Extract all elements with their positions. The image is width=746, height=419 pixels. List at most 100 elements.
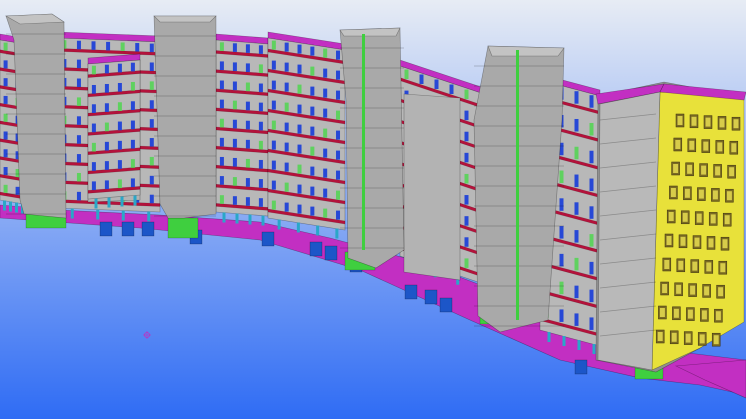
window [130, 62, 135, 72]
window [3, 184, 8, 193]
window [336, 90, 341, 100]
window [3, 149, 8, 158]
column [121, 210, 125, 221]
window [117, 63, 122, 73]
window [130, 120, 135, 130]
window [310, 46, 315, 56]
window [323, 108, 328, 118]
foundation-block [404, 284, 418, 300]
window [589, 122, 594, 136]
window-pane [715, 311, 721, 321]
window [297, 164, 302, 174]
stair-tower-2[interactable] [153, 15, 217, 219]
window [336, 130, 341, 140]
window [284, 202, 289, 212]
window [130, 178, 135, 188]
window [574, 313, 579, 326]
window-pane [729, 167, 735, 177]
window [464, 152, 469, 163]
window [232, 62, 237, 72]
column [9, 201, 12, 212]
window-pane [733, 119, 739, 129]
window [310, 106, 315, 116]
stair-tower-3[interactable] [339, 27, 405, 269]
window [245, 139, 250, 149]
column [133, 195, 137, 206]
window [464, 258, 469, 268]
window [574, 285, 579, 299]
window [245, 101, 250, 111]
window [284, 102, 289, 112]
window [574, 146, 579, 160]
3d-model-viewport[interactable] [0, 0, 746, 419]
tower-accent [362, 34, 365, 250]
window [589, 317, 594, 330]
window [336, 210, 341, 220]
column [94, 198, 98, 209]
window [449, 84, 454, 94]
window-pane [715, 166, 721, 176]
window [258, 102, 263, 112]
column [316, 225, 320, 236]
window-pane [712, 190, 718, 200]
window-pane [706, 262, 712, 272]
window [258, 198, 263, 207]
window [91, 41, 96, 50]
column [70, 208, 74, 219]
window [574, 91, 579, 104]
foundation-block [121, 221, 135, 237]
window [91, 142, 96, 152]
window [232, 81, 237, 91]
window [559, 198, 564, 211]
window-pane [696, 213, 702, 223]
window-pane [720, 263, 726, 273]
window-pane [722, 239, 728, 249]
window [219, 99, 224, 109]
window [245, 158, 250, 168]
column [147, 211, 151, 222]
window [464, 110, 469, 121]
window-pane [717, 142, 723, 152]
foundation-block [99, 221, 113, 237]
building-block-center-left[interactable] [215, 33, 269, 226]
window-pane [701, 165, 707, 175]
building-model-scene[interactable] [0, 0, 746, 419]
window [310, 66, 315, 76]
window [464, 89, 469, 99]
window [104, 103, 109, 112]
column [96, 209, 100, 220]
window-pane [657, 332, 663, 341]
window [149, 62, 154, 71]
window [3, 60, 8, 69]
window [258, 121, 263, 131]
window-pane [687, 164, 693, 174]
foundation-block [141, 221, 155, 237]
window [219, 195, 224, 204]
inner-block-left-bays[interactable] [87, 53, 141, 209]
window [117, 82, 122, 92]
window-pane [708, 238, 714, 248]
window [76, 191, 81, 201]
window [271, 60, 276, 70]
column [562, 336, 566, 346]
building-block-center[interactable] [267, 31, 346, 239]
column [15, 202, 18, 213]
window-pane [699, 334, 705, 344]
window [219, 156, 224, 166]
window [559, 281, 564, 295]
window [232, 43, 237, 52]
window [464, 131, 469, 142]
foundation-block [424, 289, 438, 305]
window [271, 140, 276, 150]
window [76, 116, 81, 125]
window [149, 119, 154, 128]
window [336, 110, 341, 120]
end-building-right[interactable] [595, 81, 746, 373]
window [404, 69, 409, 79]
window [323, 88, 328, 98]
window-pane [678, 260, 684, 270]
foundation-block [324, 245, 338, 261]
window [323, 68, 328, 78]
window [574, 230, 579, 243]
window [323, 188, 328, 198]
